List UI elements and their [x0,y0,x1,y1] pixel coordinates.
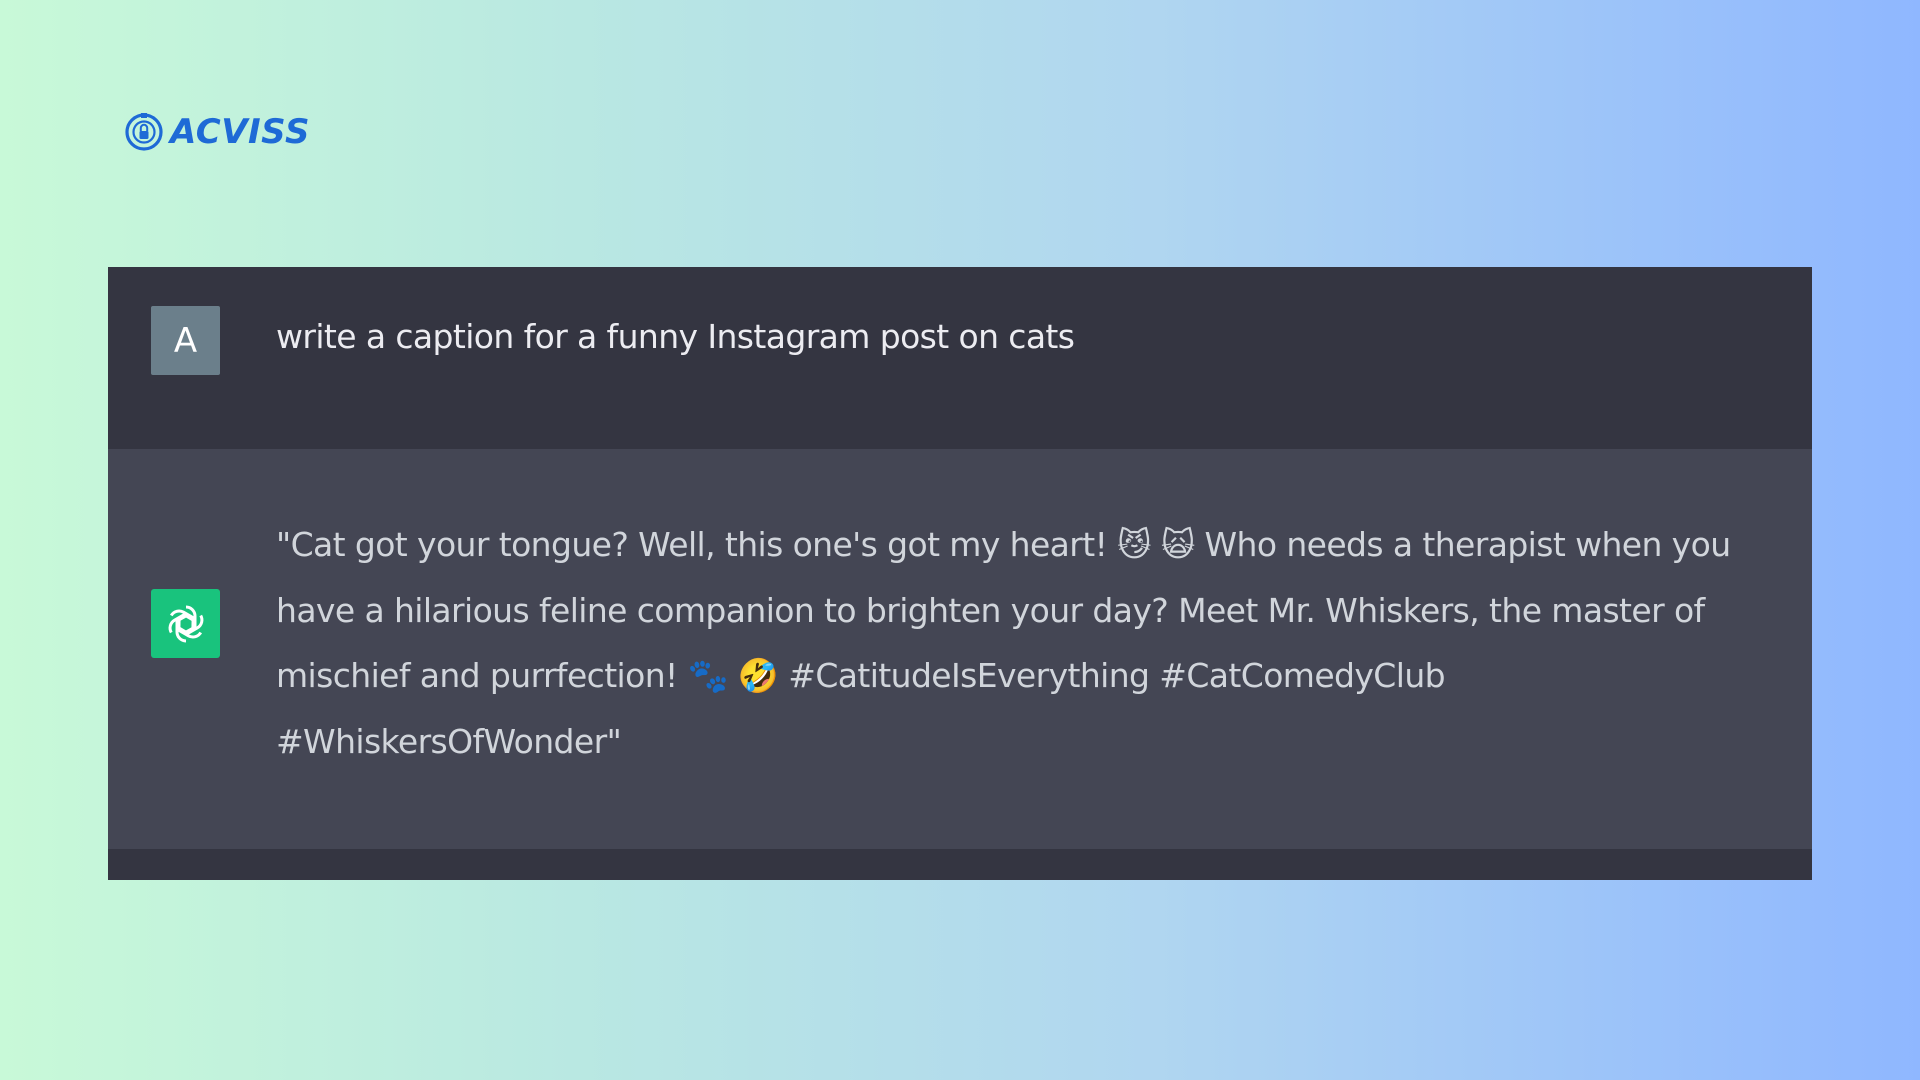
assistant-message-text: "Cat got your tongue? Well, this one's g… [276,525,1731,761]
lock-shield-icon [125,113,163,151]
chat-panel: A write a caption for a funny Instagram … [108,267,1812,880]
user-avatar: A [151,306,220,375]
brand-logo: ACVISS [124,110,310,154]
user-message-row [108,267,1812,449]
assistant-avatar [151,589,220,658]
openai-logo-icon [168,605,203,642]
user-message-text: write a caption for a funny Instagram po… [276,317,1075,356]
bottom-strip [108,849,1812,880]
brand-wordmark: ACVISS [170,112,310,152]
